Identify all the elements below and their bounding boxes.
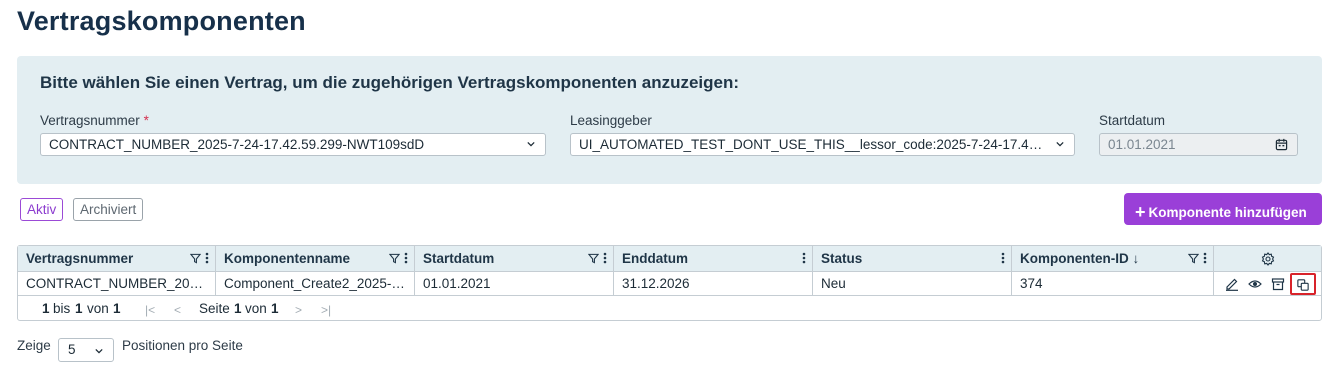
column-menu-icon[interactable] [603, 252, 607, 264]
column-title: Komponentenname [224, 251, 351, 266]
previous-page-icon[interactable]: < [174, 303, 181, 317]
column-header-component-name[interactable]: Komponentenname [216, 246, 415, 272]
start-date-input[interactable]: 01.01.2021 [1099, 133, 1298, 156]
contract-number-select[interactable]: CONTRACT_NUMBER_2025-7-24-17.42.59.299-N… [40, 133, 546, 156]
chevron-down-icon [1056, 141, 1064, 147]
cell-component-name: Component_Create2_2025-7-24-17.42.59.299 [216, 272, 415, 296]
pager-page-word: Seite [199, 301, 230, 316]
required-mark: * [143, 113, 149, 128]
column-title: Vertragsnummer [26, 251, 134, 266]
view-eye-icon[interactable] [1248, 277, 1262, 291]
page-size-prefix: Zeige [17, 338, 51, 353]
last-page-icon[interactable]: >| [321, 303, 331, 317]
filter-icon[interactable] [588, 253, 599, 264]
pager-page: 1 [234, 301, 242, 316]
column-title: Status [821, 251, 863, 266]
filter-icon[interactable] [190, 253, 201, 264]
pager-total: 1 [113, 301, 121, 316]
plus-icon: + [1135, 202, 1146, 222]
cell-start-date: 01.01.2021 [415, 272, 614, 296]
edit-icon[interactable] [1225, 277, 1239, 291]
cell-contract-number: CONTRACT_NUMBER_2025-7-24-17.42.59.299-N… [18, 272, 216, 296]
components-grid: Vertragsnummer Komponentenname Startdatu… [17, 245, 1322, 321]
lessor-select[interactable]: UI_AUTOMATED_TEST_DONT_USE_THIS__lessor_… [570, 133, 1075, 156]
column-menu-icon[interactable] [802, 252, 806, 264]
next-page-icon[interactable]: > [295, 303, 302, 317]
filter-icon[interactable] [1188, 253, 1199, 264]
pager-von: von [87, 301, 109, 316]
pager-to: 1 [75, 301, 83, 316]
add-component-label: Komponente hinzufügen [1148, 205, 1307, 220]
contract-number-label: Vertragsnummer * [40, 113, 149, 128]
pager-pages: 1 [271, 301, 279, 316]
chevron-down-icon [95, 348, 103, 354]
column-header-component-id[interactable]: Komponenten-ID ↓ [1012, 246, 1214, 272]
column-header-actions [1214, 246, 1322, 272]
add-component-button[interactable]: + Komponente hinzufügen [1124, 193, 1322, 225]
archive-icon[interactable] [1271, 277, 1285, 291]
duplicate-button[interactable] [1290, 273, 1316, 295]
pager-bis: bis [53, 301, 71, 316]
column-menu-icon[interactable] [205, 252, 209, 264]
filter-icon[interactable] [389, 253, 400, 264]
cell-end-date: 31.12.2026 [614, 272, 813, 296]
column-title: Enddatum [622, 251, 688, 266]
lessor-label: Leasinggeber [570, 113, 652, 128]
column-header-end-date[interactable]: Enddatum [614, 246, 813, 272]
grid-pagination: 1 bis 1 von 1 |< < Seite 1 von 1 > >| [18, 297, 1321, 321]
pager-page-of: von [245, 301, 267, 316]
column-menu-icon[interactable] [404, 252, 408, 264]
row-actions [1214, 272, 1322, 296]
pager-from: 1 [42, 301, 50, 316]
cell-component-id: 374 [1012, 272, 1214, 296]
table-row[interactable]: CONTRACT_NUMBER_2025-7-24-17.42.59.299-N… [18, 272, 1321, 296]
chevron-down-icon [527, 141, 535, 147]
sort-descending-icon: ↓ [1132, 251, 1140, 266]
filter-heading: Bitte wählen Sie einen Vertrag, um die z… [40, 73, 740, 92]
first-page-icon[interactable]: |< [145, 303, 155, 317]
contract-filter-panel: Bitte wählen Sie einen Vertrag, um die z… [17, 56, 1322, 184]
column-title: Komponenten-ID [1020, 251, 1129, 266]
start-date-value: 01.01.2021 [1108, 137, 1176, 152]
column-title: Startdatum [423, 251, 495, 266]
tag-active[interactable]: Aktiv [20, 198, 64, 221]
column-menu-icon[interactable] [1001, 252, 1005, 264]
start-date-label: Startdatum [1099, 113, 1166, 128]
settings-icon[interactable] [1261, 252, 1275, 266]
column-header-status[interactable]: Status [813, 246, 1012, 272]
page-size-value: 5 [68, 342, 76, 357]
calendar-icon[interactable] [1275, 138, 1288, 151]
grid-header: Vertragsnummer Komponentenname Startdatu… [18, 246, 1321, 272]
column-header-contract-number[interactable]: Vertragsnummer [18, 246, 216, 272]
lessor-value: UI_AUTOMATED_TEST_DONT_USE_THIS__lessor_… [579, 137, 1044, 152]
column-menu-icon[interactable] [1203, 252, 1207, 264]
page-title: Vertragskomponenten [17, 6, 306, 36]
column-header-start-date[interactable]: Startdatum [415, 246, 614, 272]
tag-archived[interactable]: Archiviert [73, 198, 144, 221]
contract-number-label-text: Vertragsnummer [40, 113, 140, 128]
cell-status: Neu [813, 272, 1012, 296]
contract-number-value: CONTRACT_NUMBER_2025-7-24-17.42.59.299-N… [49, 137, 425, 152]
copy-icon [1297, 279, 1309, 291]
page-size-select[interactable]: 5 [58, 338, 114, 362]
page-size-suffix: Positionen pro Seite [122, 338, 243, 353]
